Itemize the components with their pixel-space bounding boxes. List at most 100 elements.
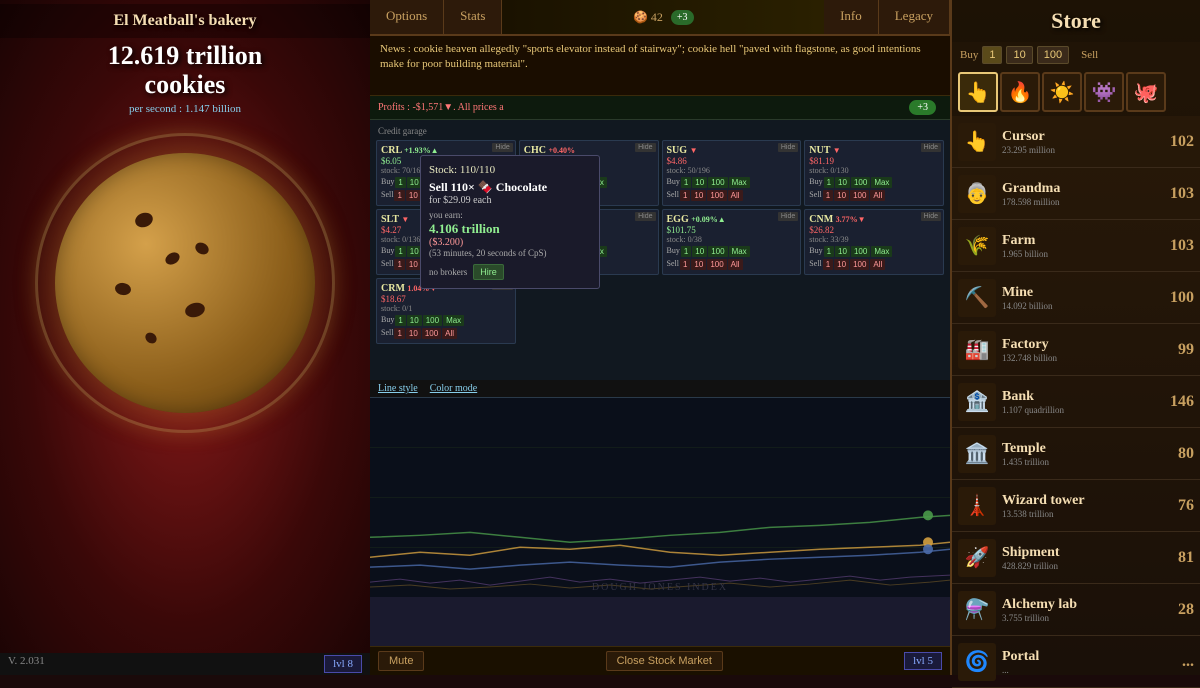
stock-hide-cnm[interactable]: Hide: [921, 212, 941, 221]
store-item-count-3: 100: [1159, 289, 1194, 307]
sell-all-egg[interactable]: All: [728, 259, 743, 270]
sell-100-crm[interactable]: 100: [422, 328, 441, 339]
buy-10-cnm[interactable]: 10: [835, 246, 850, 257]
buy-100-cnm[interactable]: 100: [851, 246, 870, 257]
sell-100-nut[interactable]: 100: [850, 190, 869, 201]
store-item-name-4: Factory: [1002, 337, 1159, 353]
sell-all-sug[interactable]: All: [728, 190, 743, 201]
tentacle-upgrade-icon[interactable]: 🐙: [1126, 72, 1166, 112]
sell-10-sug[interactable]: 10: [691, 190, 706, 201]
nav-options[interactable]: Options: [370, 0, 444, 34]
sell-10-crm[interactable]: 10: [406, 328, 421, 339]
nav-info[interactable]: Info: [824, 0, 879, 34]
buy-1-sug[interactable]: 1: [681, 177, 691, 188]
sell-10-crl[interactable]: 10: [406, 190, 421, 201]
sell-label: Sell: [1081, 49, 1098, 61]
sell-1-cnm[interactable]: 1: [823, 259, 833, 270]
store-item-wizard-tower[interactable]: 🗼 Wizard tower 13.538 trillion 76: [952, 480, 1200, 532]
buy-10-nut[interactable]: 10: [835, 177, 850, 188]
store-item-farm[interactable]: 🌾 Farm 1.965 billion 103: [952, 220, 1200, 272]
sell-10-nut[interactable]: 10: [834, 190, 849, 201]
store-item-icon-5: 🏦: [958, 383, 996, 421]
store-item-portal[interactable]: 🌀 Portal ... ...: [952, 636, 1200, 688]
store-item-name-2: Farm: [1002, 233, 1159, 249]
buy-100-sug[interactable]: 100: [708, 177, 727, 188]
sell-all-nut[interactable]: All: [870, 190, 885, 201]
buy-max-sug[interactable]: Max: [729, 177, 750, 188]
sell-1-crm[interactable]: 1: [394, 328, 404, 339]
buy-100-crm[interactable]: 100: [423, 315, 442, 326]
stock-card-sug: Hide SUG ▼ $4.86 stock: 50/196 Buy 1 10 …: [662, 140, 802, 206]
mute-button[interactable]: Mute: [378, 651, 424, 671]
stock-hide-crl[interactable]: Hide: [492, 143, 512, 152]
buy-10-crm[interactable]: 10: [407, 315, 422, 326]
sell-10-slt[interactable]: 10: [406, 259, 421, 270]
store-item-name-5: Bank: [1002, 389, 1159, 405]
store-item-bank[interactable]: 🏦 Bank 1.107 quadrillion 146: [952, 376, 1200, 428]
nav-legacy[interactable]: Legacy: [879, 0, 950, 34]
color-mode-link[interactable]: Color mode: [430, 383, 478, 394]
upgrade-icon-row: 👆 🔥 ☀️ 👾 🐙: [952, 68, 1200, 116]
news-text: News : cookie heaven allegedly "sports e…: [380, 43, 921, 70]
stock-hide-vnl[interactable]: Hide: [635, 212, 655, 221]
store-item-mine[interactable]: ⛏️ Mine 14.092 billion 100: [952, 272, 1200, 324]
buy-1-crm[interactable]: 1: [395, 315, 405, 326]
level-badge: lvl 8: [324, 655, 362, 673]
version-bar: V. 2.031 lvl 8: [0, 653, 370, 675]
sell-100-egg[interactable]: 100: [707, 259, 726, 270]
store-item-factory[interactable]: 🏭 Factory 132.748 billion 99: [952, 324, 1200, 376]
buy-max-nut[interactable]: Max: [871, 177, 892, 188]
sell-1-egg[interactable]: 1: [680, 259, 690, 270]
sell-1-sug[interactable]: 1: [680, 190, 690, 201]
sell-all-crm[interactable]: All: [442, 328, 457, 339]
buy-1-egg[interactable]: 1: [681, 246, 691, 257]
nav-stats[interactable]: Stats: [444, 0, 502, 34]
cookie-count: 12.619 trillion cookies: [0, 38, 370, 103]
store-item-cursor[interactable]: 👆 Cursor 23.295 million 102: [952, 116, 1200, 168]
sun-upgrade-icon[interactable]: ☀️: [1042, 72, 1082, 112]
big-cookie[interactable]: [55, 153, 315, 413]
line-style-link[interactable]: Line style: [378, 383, 418, 394]
stock-hide-egg[interactable]: Hide: [778, 212, 798, 221]
buy-qty-10[interactable]: 10: [1006, 46, 1032, 64]
sell-10-cnm[interactable]: 10: [834, 259, 849, 270]
store-item-alchemy-lab[interactable]: ⚗️ Alchemy lab 3.755 trillion 28: [952, 584, 1200, 636]
sell-100-cnm[interactable]: 100: [850, 259, 869, 270]
store-item-count-2: 103: [1159, 237, 1194, 255]
stock-hide-sug[interactable]: Hide: [778, 143, 798, 152]
buy-max-cnm[interactable]: Max: [871, 246, 892, 257]
sell-1-crl[interactable]: 1: [394, 190, 404, 201]
buy-qty-1[interactable]: 1: [982, 46, 1002, 64]
buy-100-egg[interactable]: 100: [708, 246, 727, 257]
buy-1-slt[interactable]: 1: [395, 246, 405, 257]
sell-10-egg[interactable]: 10: [691, 259, 706, 270]
alien-upgrade-icon[interactable]: 👾: [1084, 72, 1124, 112]
store-item-shipment[interactable]: 🚀 Shipment 428.829 trillion 81: [952, 532, 1200, 584]
store-item-temple[interactable]: 🏛️ Temple 1.435 trillion 80: [952, 428, 1200, 480]
buy-100-nut[interactable]: 100: [851, 177, 870, 188]
buy-1-cnm[interactable]: 1: [824, 246, 834, 257]
store-item-price-9: 3.755 trillion: [1002, 613, 1159, 623]
store-item-icon-0: 👆: [958, 123, 996, 161]
fire-upgrade-icon[interactable]: 🔥: [1000, 72, 1040, 112]
sell-100-sug[interactable]: 100: [707, 190, 726, 201]
stock-hide-nut[interactable]: Hide: [921, 143, 941, 152]
sell-1-nut[interactable]: 1: [823, 190, 833, 201]
cookie-container[interactable]: [0, 123, 370, 443]
hire-button[interactable]: Hire: [473, 264, 504, 280]
buy-10-sug[interactable]: 10: [692, 177, 707, 188]
sell-1-slt[interactable]: 1: [394, 259, 404, 270]
store-item-price-8: 428.829 trillion: [1002, 561, 1159, 571]
buy-10-egg[interactable]: 10: [692, 246, 707, 257]
close-market-button[interactable]: Close Stock Market: [606, 651, 723, 671]
buy-max-egg[interactable]: Max: [729, 246, 750, 257]
buy-max-crm[interactable]: Max: [443, 315, 464, 326]
buy-1-nut[interactable]: 1: [824, 177, 834, 188]
store-item-count-10: ...: [1159, 653, 1194, 671]
stock-hide-chc[interactable]: Hide: [635, 143, 655, 152]
sell-all-cnm[interactable]: All: [870, 259, 885, 270]
cursor-upgrade-icon[interactable]: 👆: [958, 72, 998, 112]
buy-qty-100[interactable]: 100: [1037, 46, 1069, 64]
store-item-grandma[interactable]: 👵 Grandma 178.598 million 103: [952, 168, 1200, 220]
buy-1-crl[interactable]: 1: [395, 177, 405, 188]
